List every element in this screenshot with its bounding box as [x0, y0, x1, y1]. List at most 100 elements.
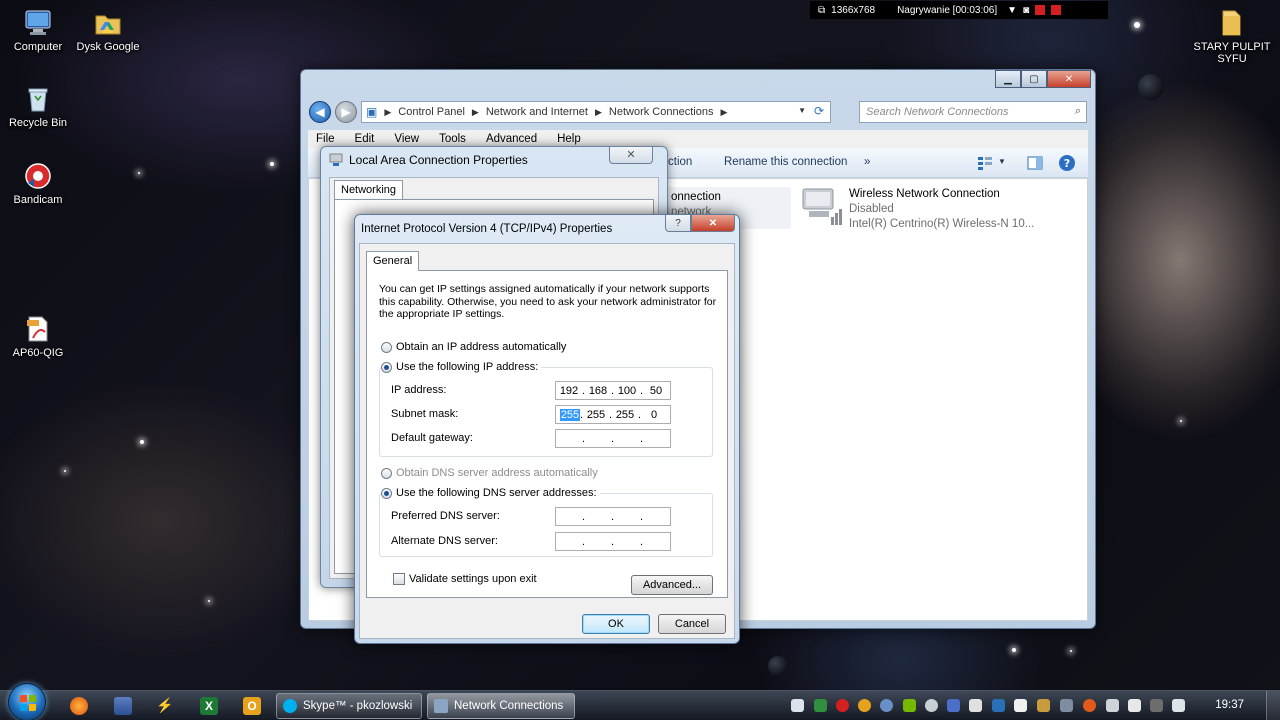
dns-manual-option[interactable]: Use the following DNS server addresses:	[381, 487, 600, 499]
menu-view[interactable]: View	[394, 133, 419, 145]
maximize-button[interactable]: ▢	[1021, 70, 1047, 88]
menu-help[interactable]: Help	[557, 133, 581, 145]
tray-flag-icon[interactable]	[1014, 699, 1027, 712]
refresh-icon[interactable]: ⟳	[811, 104, 827, 120]
ip-octet: 0	[650, 408, 658, 421]
forward-button[interactable]: ▶	[335, 101, 357, 123]
menu-edit[interactable]: Edit	[355, 133, 375, 145]
tray-app-icon[interactable]	[858, 699, 871, 712]
recorder-resolution: 1366x768	[831, 4, 876, 16]
desktop-icon-stary-pulpit[interactable]: STARY PULPIT SYFU	[1190, 8, 1274, 65]
excel-icon[interactable]: X	[200, 697, 218, 715]
recorder-status: Nagrywanie [00:03:06]	[897, 4, 998, 16]
tray-alert-icon[interactable]	[1083, 699, 1096, 712]
dns-manual-radio[interactable]	[381, 487, 392, 499]
list-item[interactable]: Wireless Network Connection Disabled Int…	[801, 187, 1034, 232]
tray-settings-icon[interactable]	[925, 699, 938, 712]
tab-general[interactable]: General	[366, 251, 420, 271]
subnet-mask-label: Subnet mask:	[391, 408, 459, 420]
rename-connection-button[interactable]: Rename this connection	[724, 156, 847, 168]
validate-option[interactable]: Validate settings upon exit	[393, 573, 537, 585]
preview-pane-icon[interactable]	[1026, 154, 1044, 172]
tray-usb-icon[interactable]	[969, 699, 982, 712]
planet	[1138, 74, 1164, 100]
close-button[interactable]: ✕	[1047, 70, 1091, 88]
show-desktop-button[interactable]	[1266, 691, 1280, 720]
close-button[interactable]: ✕	[691, 215, 735, 232]
firefox-icon[interactable]	[70, 697, 88, 715]
back-button[interactable]: ◀	[309, 101, 331, 123]
skype-icon	[283, 699, 297, 713]
chevron-down-icon[interactable]: ▼	[798, 106, 806, 115]
view-options-icon[interactable]	[976, 154, 994, 172]
tray-no-network-icon[interactable]	[1106, 699, 1119, 712]
menu-file[interactable]: File	[316, 133, 335, 145]
tray-bluetooth-icon[interactable]	[947, 699, 960, 712]
wireless-network-icon	[802, 188, 842, 225]
desktop-icon-ap60-qig[interactable]: AP60-QIG	[0, 314, 76, 359]
pause-icon[interactable]	[1035, 5, 1046, 15]
ok-button[interactable]: OK	[582, 614, 650, 634]
address-bar[interactable]: ▣ ▶ Control Panel ▶ Network and Internet…	[361, 101, 831, 123]
tray-wifi-icon[interactable]	[992, 699, 1005, 712]
tray-monitor-icon[interactable]	[791, 699, 804, 712]
help-button[interactable]: ?	[665, 215, 691, 232]
dropdown-arrow-icon[interactable]: ▼	[1007, 5, 1017, 16]
desktop-icon-dysk-google[interactable]: Dysk Google	[70, 8, 146, 53]
camera-icon[interactable]: ◙	[1023, 5, 1029, 16]
desktop-icon-label: AP60-QIG	[12, 347, 64, 359]
ip-manual-option[interactable]: Use the following IP address:	[381, 361, 542, 373]
breadcrumb-network-internet[interactable]: Network and Internet	[486, 106, 588, 118]
advanced-button[interactable]: Advanced...	[631, 575, 713, 595]
tab-networking[interactable]: Networking	[334, 180, 404, 199]
start-button[interactable]	[8, 683, 46, 720]
volume-icon[interactable]	[1172, 699, 1185, 712]
default-gateway-field[interactable]: ...	[555, 429, 671, 448]
taskbar: ⚡ X O Skype™ - pkozlowski Network Connec…	[0, 683, 1280, 720]
star	[1012, 648, 1016, 652]
menu-tools[interactable]: Tools	[439, 133, 466, 145]
desktop-icon-recycle-bin[interactable]: Recycle Bin	[0, 84, 76, 129]
ip-auto-option[interactable]: Obtain an IP address automatically	[381, 341, 566, 353]
tray-flag-icon[interactable]	[1128, 699, 1141, 712]
cancel-button[interactable]: Cancel	[658, 614, 726, 634]
menu-advanced[interactable]: Advanced	[486, 133, 537, 145]
close-button[interactable]: ✕	[609, 147, 653, 164]
chevron-down-icon[interactable]: ▼	[998, 157, 1016, 175]
subnet-mask-field[interactable]: 255. 255. 255. 0	[555, 405, 671, 424]
breadcrumb-network-connections[interactable]: Network Connections	[609, 106, 714, 118]
tray-folder-icon[interactable]	[1037, 699, 1050, 712]
star	[64, 470, 66, 472]
taskbar-item-skype[interactable]: Skype™ - pkozlowski	[276, 693, 422, 719]
more-commands-button[interactable]: »	[864, 156, 870, 168]
search-input[interactable]: Search Network Connections ⌕	[859, 101, 1087, 123]
tray-power-icon[interactable]	[1150, 699, 1163, 712]
save-disk-icon[interactable]	[114, 697, 132, 715]
taskbar-clock[interactable]: 19:37	[1215, 699, 1244, 711]
search-icon[interactable]: ⌕	[1075, 105, 1081, 118]
minimize-button[interactable]: ▁	[995, 70, 1021, 88]
tray-nvidia-icon[interactable]	[903, 699, 916, 712]
stop-icon[interactable]	[1051, 5, 1062, 15]
default-gateway-label: Default gateway:	[391, 432, 473, 444]
desktop-icon-computer[interactable]: Computer	[0, 8, 76, 53]
outlook-icon[interactable]: O	[243, 697, 261, 715]
ip-manual-radio[interactable]	[381, 361, 392, 373]
toolbar-partial-action[interactable]: ction	[668, 156, 692, 168]
taskbar-item-network-connections[interactable]: Network Connections	[427, 693, 575, 719]
tray-network-icon[interactable]	[1060, 699, 1073, 712]
help-icon[interactable]: ?	[1058, 154, 1076, 172]
tray-drive-icon[interactable]	[814, 699, 827, 712]
preferred-dns-field[interactable]: ...	[555, 507, 671, 526]
screen-icon: ⧉	[818, 4, 826, 16]
tray-globe-icon[interactable]	[880, 699, 893, 712]
ip-address-field[interactable]: 192. 168. 100. 50	[555, 381, 671, 400]
validate-checkbox[interactable]	[393, 573, 405, 585]
ip-octet: 255	[586, 408, 606, 421]
ip-auto-radio[interactable]	[381, 341, 392, 353]
breadcrumb-control-panel[interactable]: Control Panel	[398, 106, 465, 118]
lightning-icon[interactable]: ⚡	[156, 697, 174, 715]
desktop-icon-bandicam[interactable]: Bandicam	[0, 161, 76, 206]
alternate-dns-field[interactable]: ...	[555, 532, 671, 551]
tray-record-icon[interactable]	[836, 699, 849, 712]
